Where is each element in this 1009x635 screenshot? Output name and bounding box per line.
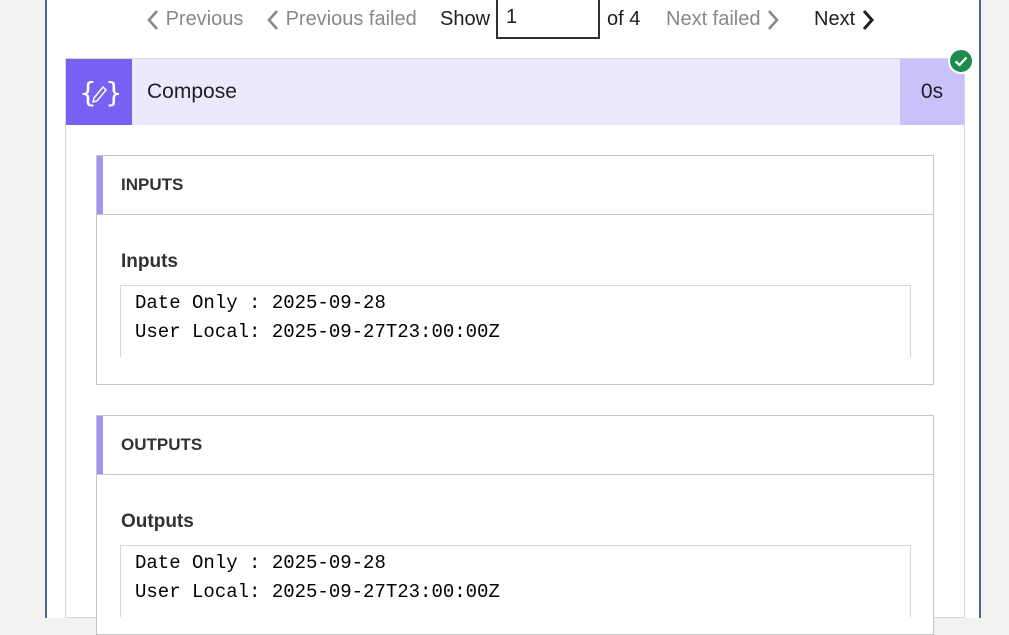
inputs-section: INPUTS Inputs Date Only : 2025-09-28 Use…: [96, 155, 934, 385]
svg-text:}: }: [105, 76, 119, 109]
inputs-header-title: INPUTS: [121, 175, 184, 194]
iteration-pager: Previous Previous failed Show 1 of 4 Nex…: [0, 0, 1009, 40]
outputs-header-title: OUTPUTS: [121, 435, 203, 454]
section-accent: [97, 156, 103, 214]
outputs-label: Outputs: [121, 511, 194, 532]
previous-label: Previous: [165, 8, 244, 30]
outputs-section: OUTPUTS Outputs Date Only : 2025-09-28 U…: [96, 415, 934, 635]
iteration-number-input[interactable]: 1: [496, 0, 600, 39]
previous-failed-label: Previous failed: [285, 8, 417, 30]
section-accent: [97, 416, 103, 474]
inputs-line: Date Only : 2025-09-28: [135, 292, 386, 314]
next-failed-button[interactable]: Next failed: [666, 7, 780, 31]
compose-icon: { }: [66, 59, 132, 125]
chevron-left-icon: [267, 9, 278, 30]
next-failed-label: Next failed: [666, 8, 761, 30]
inputs-line: User Local: 2025-09-27T23:00:00Z: [135, 321, 500, 343]
iteration-total: of 4: [607, 8, 641, 30]
previous-failed-button[interactable]: Previous failed: [266, 7, 417, 31]
success-check-icon: [948, 48, 974, 74]
inputs-header[interactable]: INPUTS: [97, 156, 933, 215]
inputs-value-box[interactable]: Date Only : 2025-09-28 User Local: 2025-…: [120, 285, 911, 357]
action-header[interactable]: { } Compose 0s: [66, 59, 964, 125]
outputs-header[interactable]: OUTPUTS: [97, 416, 933, 475]
inputs-label: Inputs: [121, 251, 178, 272]
chevron-right-icon: [862, 9, 874, 30]
next-button[interactable]: Next: [814, 7, 875, 31]
chevron-left-icon: [147, 9, 158, 30]
action-title: Compose: [147, 80, 237, 103]
chevron-right-icon: [768, 9, 779, 30]
previous-button[interactable]: Previous: [146, 7, 243, 31]
show-label: Show: [440, 8, 491, 30]
outputs-value-box[interactable]: Date Only : 2025-09-28 User Local: 2025-…: [120, 545, 911, 617]
next-label: Next: [814, 8, 856, 30]
outputs-line: Date Only : 2025-09-28: [135, 552, 386, 574]
outputs-line: User Local: 2025-09-27T23:00:00Z: [135, 581, 500, 603]
svg-text:{: {: [79, 76, 97, 109]
